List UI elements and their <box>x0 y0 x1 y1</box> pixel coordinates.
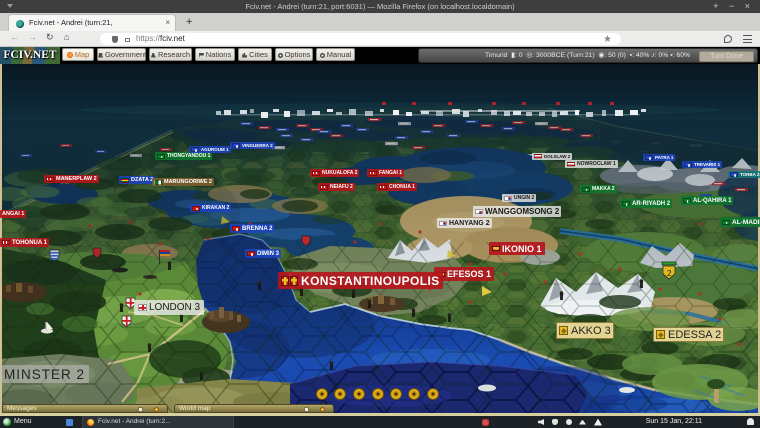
svg-text:2: 2 <box>667 269 672 278</box>
